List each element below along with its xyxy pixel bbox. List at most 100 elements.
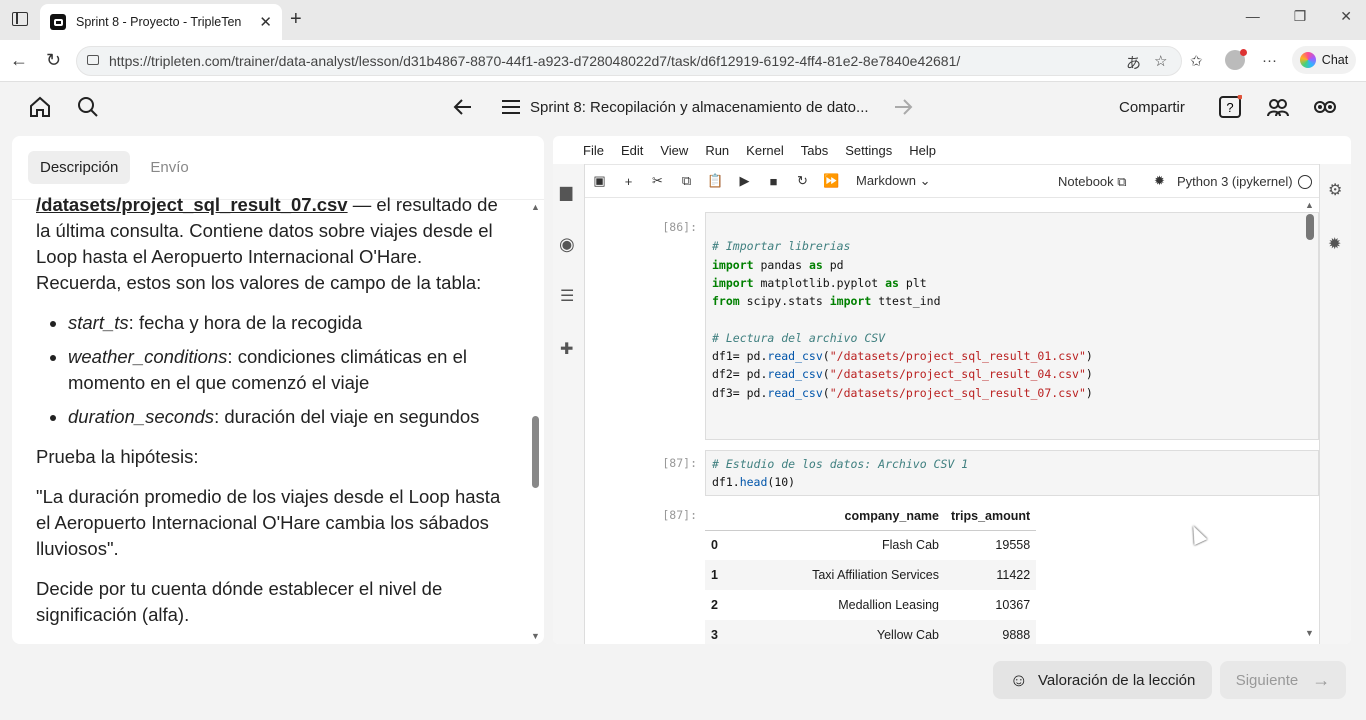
- table-cell: 2: [711, 598, 718, 612]
- table-cell: Yellow Cab: [725, 620, 945, 644]
- extension-icon[interactable]: ✚: [560, 339, 573, 359]
- toc-icon[interactable]: ☰: [560, 286, 574, 306]
- fields-list: start_ts: fecha y hora de la recogida we…: [68, 310, 506, 430]
- menu-kernel[interactable]: Kernel: [746, 143, 784, 158]
- rating-icon: ☺: [1009, 669, 1029, 690]
- url-field[interactable]: https://tripleten.com/trainer/data-analy…: [76, 46, 1182, 76]
- favorite-star-icon[interactable]: ☆: [1154, 52, 1167, 70]
- restart-icon[interactable]: ↻: [788, 173, 817, 189]
- notebook-switch[interactable]: Notebook ⧉: [1058, 174, 1127, 190]
- scroll-up-icon[interactable]: ▲: [531, 202, 540, 212]
- table-cell: Medallion Leasing: [838, 598, 939, 612]
- menu-icon[interactable]: [499, 95, 523, 119]
- menu-view[interactable]: View: [660, 143, 688, 158]
- property-inspector-icon[interactable]: ⚙: [1328, 180, 1342, 200]
- rate-lesson-button[interactable]: ☺ Valoración de la lección: [993, 661, 1212, 699]
- paste-icon[interactable]: 📋: [701, 173, 730, 189]
- notebook-scroll-down-icon[interactable]: ▼: [1305, 628, 1314, 638]
- run-icon[interactable]: ▶: [730, 173, 759, 189]
- table-header-row: company_name trips_amount: [705, 502, 1037, 531]
- table-cell: Taxi Affiliation Services: [725, 560, 945, 590]
- jupyter-menubar: File Edit View Run Kernel Tabs Settings …: [583, 136, 936, 164]
- table-header: trips_amount: [945, 502, 1037, 531]
- community-icon[interactable]: [1266, 95, 1290, 119]
- profile-avatar[interactable]: [1225, 49, 1247, 70]
- code-cell-head[interactable]: # Estudio de los datos: Archivo CSV 1 df…: [705, 450, 1319, 496]
- code-cell-imports[interactable]: # Importar librerias import pandas as pd…: [705, 212, 1319, 440]
- window-controls: — ❐ ✕: [1246, 8, 1352, 25]
- menu-tabs[interactable]: Tabs: [801, 143, 828, 158]
- restore-icon[interactable]: ❐: [1294, 8, 1307, 25]
- next-arrow-icon[interactable]: [891, 95, 915, 119]
- share-button[interactable]: Compartir: [1119, 99, 1185, 116]
- cut-icon[interactable]: ✂: [643, 173, 672, 189]
- menu-help[interactable]: Help: [909, 143, 936, 158]
- right-sidebar: ⚙ ✹: [1319, 164, 1351, 644]
- search-icon[interactable]: [76, 95, 100, 119]
- svg-text:?: ?: [1226, 100, 1233, 115]
- paragraph-alpha: Decide por tu cuenta dónde establecer el…: [36, 578, 443, 625]
- list-item: weather_conditions: condiciones climátic…: [68, 344, 506, 396]
- output-prompt: [87]:: [662, 508, 697, 522]
- copy-icon[interactable]: ⧉: [672, 173, 701, 189]
- copilot-icon: [1299, 52, 1316, 68]
- home-icon[interactable]: [28, 95, 52, 119]
- menu-edit[interactable]: Edit: [621, 143, 643, 158]
- folder-icon[interactable]: ▆: [560, 182, 572, 202]
- scroll-down-icon[interactable]: ▼: [531, 631, 540, 641]
- table-row: 3 Yellow Cab 9888: [705, 620, 1037, 644]
- breadcrumb[interactable]: Sprint 8: Recopilación y almacenamiento …: [530, 99, 869, 116]
- mascot-icon[interactable]: [1313, 95, 1337, 119]
- description-content: /datasets/project_sql_result_07.csv — el…: [36, 192, 506, 642]
- paragraph-hypothesis-title: Prueba la hipótesis:: [36, 446, 199, 467]
- minimize-icon[interactable]: —: [1246, 8, 1260, 25]
- kernel-name[interactable]: Python 3 (ipykernel): [1177, 174, 1293, 189]
- site-info-icon[interactable]: [87, 55, 99, 65]
- chat-label: Chat: [1321, 53, 1349, 67]
- tab-actions-icon[interactable]: [12, 12, 28, 26]
- previous-arrow-icon[interactable]: [451, 95, 475, 119]
- list-item: duration_seconds: duración del viaje en …: [68, 404, 506, 430]
- menu-settings[interactable]: Settings: [845, 143, 892, 158]
- back-icon[interactable]: ←: [10, 50, 28, 71]
- left-sidebar: ▆ ◉ ☰ ✚: [553, 164, 585, 644]
- tab-envio[interactable]: Envío: [138, 151, 200, 184]
- save-icon[interactable]: ▣: [585, 173, 614, 189]
- close-window-icon[interactable]: ✕: [1340, 8, 1352, 25]
- table-cell: 10367: [995, 598, 1031, 612]
- browser-tab[interactable]: Sprint 8 - Proyecto - TripleTen ✕: [40, 4, 282, 40]
- arrow-right-icon: →: [1312, 669, 1331, 690]
- description-panel: Descripción Envío /datasets/project_sql_…: [12, 136, 544, 644]
- notebook-scrollbar[interactable]: [1306, 214, 1314, 240]
- reload-icon[interactable]: ↻: [46, 50, 61, 71]
- url-text: https://tripleten.com/trainer/data-analy…: [109, 53, 961, 69]
- next-button[interactable]: Siguiente →: [1220, 661, 1346, 699]
- tab-descripcion[interactable]: Descripción: [28, 151, 131, 184]
- stop-icon[interactable]: ■: [759, 174, 788, 189]
- table-row: 0 Flash Cab 19558: [705, 530, 1036, 560]
- menu-file[interactable]: File: [583, 143, 604, 158]
- field-name: start_ts: [68, 312, 129, 333]
- add-cell-icon[interactable]: +: [614, 174, 643, 189]
- translate-icon[interactable]: あ: [1126, 52, 1141, 73]
- cell-type-value: Markdown: [856, 173, 916, 188]
- next-label: Siguiente: [1235, 671, 1299, 689]
- kernel-status-icon: [1298, 175, 1312, 189]
- menu-run[interactable]: Run: [705, 143, 729, 158]
- more-options-icon[interactable]: ···: [1262, 52, 1277, 69]
- copilot-chat-button[interactable]: Chat: [1292, 46, 1356, 74]
- paragraph-dataset: /datasets/project_sql_result_07.csv — el…: [36, 192, 506, 296]
- running-icon[interactable]: ◉: [559, 234, 575, 255]
- close-tab-icon[interactable]: ✕: [259, 13, 272, 31]
- table-cell: Flash Cab: [882, 538, 939, 553]
- notebook-scroll-up-icon[interactable]: ▲: [1305, 200, 1314, 210]
- cell-type-select[interactable]: Markdown ⌄: [856, 173, 930, 189]
- run-all-icon[interactable]: ⏩: [817, 173, 846, 189]
- debugger-panel-icon[interactable]: ✹: [1328, 234, 1341, 254]
- help-icon[interactable]: ?: [1218, 95, 1242, 119]
- table-cell: 19558: [995, 538, 1031, 553]
- debugger-icon[interactable]: ✹: [1154, 173, 1165, 189]
- description-scrollbar[interactable]: [532, 416, 539, 488]
- new-tab-icon[interactable]: +: [290, 8, 302, 31]
- favorites-list-icon[interactable]: ✩: [1190, 52, 1203, 70]
